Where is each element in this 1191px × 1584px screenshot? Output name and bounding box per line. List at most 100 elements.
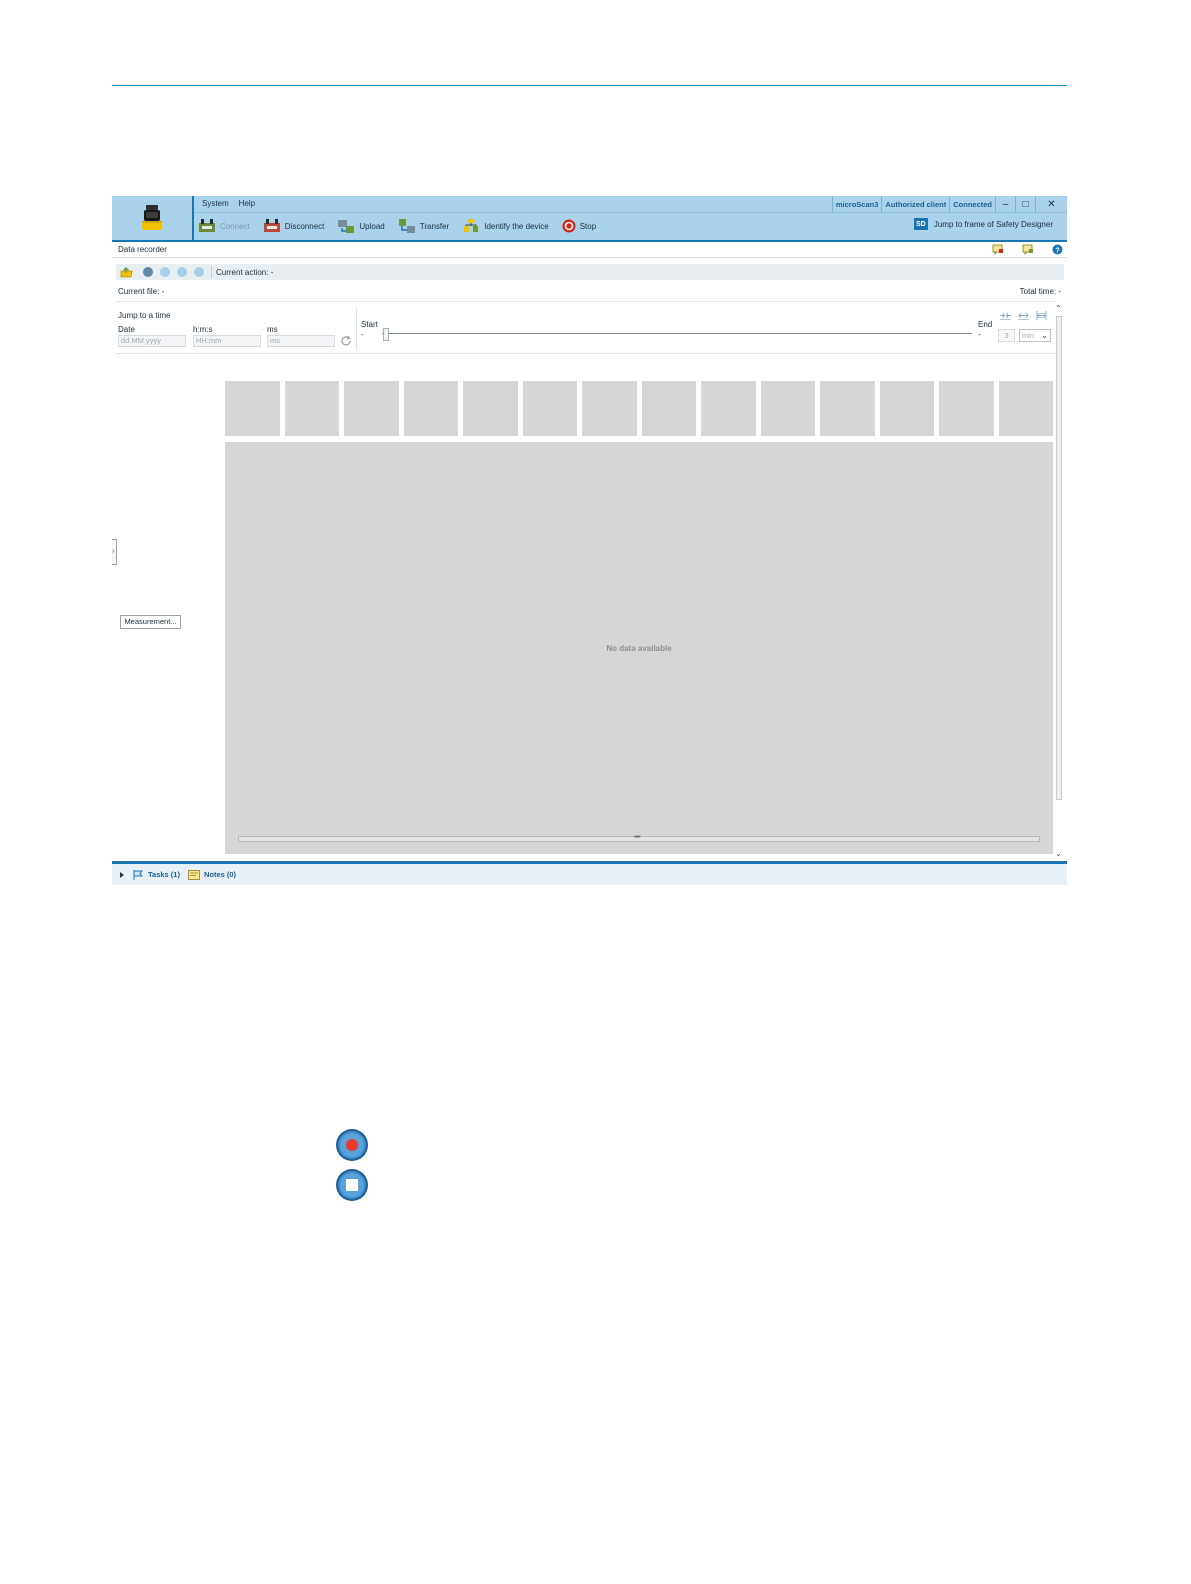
device-name-status: microScan3 bbox=[831, 196, 882, 212]
disconnect-icon bbox=[263, 219, 280, 232]
thumbnail[interactable] bbox=[403, 381, 458, 436]
data-recorder-title: Data recorder bbox=[118, 245, 167, 254]
tasks-tab[interactable]: Tasks (1) bbox=[133, 869, 180, 880]
menu-bar: System Help bbox=[202, 199, 255, 213]
timeline-slider-track[interactable] bbox=[382, 333, 972, 334]
scroll-grip-icon[interactable]: •••• bbox=[634, 834, 641, 841]
thumbnail[interactable] bbox=[939, 381, 994, 436]
stop-recording-icon[interactable] bbox=[194, 267, 204, 277]
record-icon[interactable] bbox=[143, 267, 153, 277]
toolbar-separator bbox=[211, 266, 212, 278]
recording-toolbar: Current action: - bbox=[116, 264, 1064, 280]
zoom-unit-select[interactable]: min ⌄ bbox=[1019, 329, 1051, 342]
identify-device-button[interactable]: Identify the device bbox=[462, 218, 549, 234]
horizontal-scrollbar[interactable]: •••• bbox=[238, 834, 1040, 842]
thumbnail[interactable] bbox=[344, 381, 399, 436]
help-icon[interactable]: ? bbox=[1052, 244, 1063, 255]
open-folder-icon[interactable] bbox=[120, 266, 133, 278]
scrollbar-thumb[interactable] bbox=[1056, 316, 1062, 800]
thumbnail[interactable] bbox=[701, 381, 756, 436]
upload-label: Upload bbox=[359, 221, 385, 231]
ms-input[interactable]: ms bbox=[267, 335, 335, 347]
thumbnail[interactable] bbox=[582, 381, 637, 436]
dotted-divider bbox=[116, 301, 1056, 302]
data-recorder-header: Data recorder ? bbox=[112, 242, 1067, 258]
transfer-label: Transfer bbox=[419, 221, 450, 231]
jump-divider bbox=[356, 308, 357, 350]
current-file-text: Current file: - bbox=[118, 287, 165, 296]
timeline-start-label: Start bbox=[361, 320, 378, 329]
thumbnail[interactable] bbox=[820, 381, 875, 436]
file-info-row: Current file: - Total time: - bbox=[112, 284, 1067, 300]
thumbnail-strip bbox=[225, 381, 1053, 437]
expand-icon[interactable] bbox=[118, 871, 126, 879]
menu-divider bbox=[194, 212, 1067, 213]
bottom-bar: Tasks (1) Notes (0) bbox=[112, 864, 1067, 885]
jump-to-frame-button[interactable]: SD Jump to frame of Safety Designer bbox=[913, 218, 1053, 230]
connection-status: Connected bbox=[949, 196, 995, 212]
zoom-fit-icon[interactable] bbox=[1036, 311, 1047, 320]
note-add-icon[interactable] bbox=[992, 244, 1004, 255]
tasks-label: Tasks (1) bbox=[148, 870, 180, 879]
scanner-icon bbox=[142, 205, 162, 230]
timeline-end-value: - bbox=[978, 330, 981, 339]
notes-tab[interactable]: Notes (0) bbox=[188, 869, 236, 880]
record-button-icon bbox=[336, 1129, 368, 1161]
thumbnail[interactable] bbox=[463, 381, 518, 436]
scroll-up-icon[interactable]: ⌃ bbox=[1055, 304, 1062, 313]
scroll-down-icon[interactable]: ⌄ bbox=[1055, 849, 1062, 858]
close-icon: ✕ bbox=[1047, 198, 1056, 210]
upload-button[interactable]: Upload bbox=[337, 218, 385, 234]
zoom-unit-value: min bbox=[1022, 331, 1035, 340]
note-edit-icon[interactable] bbox=[1022, 244, 1034, 255]
play-icon[interactable] bbox=[160, 267, 170, 277]
maximize-button[interactable]: □ bbox=[1015, 196, 1035, 212]
ms-label: ms bbox=[267, 325, 278, 334]
thumbnail[interactable] bbox=[641, 381, 696, 436]
jump-to-frame-label: Jump to frame of Safety Designer bbox=[933, 219, 1053, 229]
status-area: microScan3 Authorized client Connected –… bbox=[831, 196, 1067, 212]
thumbnail[interactable] bbox=[225, 381, 280, 436]
thumbnail[interactable] bbox=[760, 381, 815, 436]
disconnect-label: Disconnect bbox=[284, 221, 325, 231]
pause-icon[interactable] bbox=[177, 267, 187, 277]
date-input[interactable]: dd.MM.yyyy bbox=[118, 335, 186, 347]
stop-label: Stop bbox=[579, 221, 597, 231]
thumbnail[interactable] bbox=[522, 381, 577, 436]
measurement-button[interactable]: Measurement... bbox=[120, 615, 181, 629]
stop-button-icon bbox=[336, 1169, 368, 1201]
zoom-value-input[interactable]: 3 bbox=[998, 329, 1015, 342]
connect-button[interactable]: Connect bbox=[198, 218, 250, 234]
thumbnail[interactable] bbox=[879, 381, 934, 436]
zoom-in-icon[interactable] bbox=[1000, 311, 1011, 320]
timeline-slider-thumb[interactable] bbox=[383, 328, 389, 341]
jump-to-time-title: Jump to a time bbox=[118, 311, 171, 320]
svg-text:?: ? bbox=[1055, 245, 1060, 254]
device-logo bbox=[112, 196, 192, 240]
disconnect-button[interactable]: Disconnect bbox=[263, 218, 325, 234]
menu-system[interactable]: System bbox=[202, 199, 229, 213]
side-panel-toggle[interactable]: › bbox=[112, 539, 117, 565]
minimize-button[interactable]: – bbox=[995, 196, 1015, 212]
vertical-scrollbar[interactable]: ⌃ ⌄ bbox=[1054, 304, 1064, 860]
identify-device-label: Identify the device bbox=[484, 221, 549, 231]
stop-button[interactable]: Stop bbox=[562, 219, 596, 233]
page-header-rule bbox=[112, 85, 1067, 86]
transfer-button[interactable]: Transfer bbox=[398, 218, 450, 234]
close-button[interactable]: ✕ bbox=[1035, 196, 1067, 212]
total-time-text: Total time: - bbox=[1019, 287, 1061, 296]
date-label: Date bbox=[118, 325, 135, 334]
connect-label: Connect bbox=[220, 221, 250, 231]
timeline-end-label: End bbox=[978, 320, 993, 329]
hms-input[interactable]: HH:mm bbox=[193, 335, 261, 347]
header-tools: ? bbox=[992, 244, 1063, 255]
menu-help[interactable]: Help bbox=[239, 199, 255, 213]
notes-icon bbox=[188, 869, 200, 880]
thumbnail[interactable] bbox=[284, 381, 339, 436]
thumbnail[interactable] bbox=[998, 381, 1053, 436]
logo-divider bbox=[192, 196, 194, 240]
refresh-icon[interactable] bbox=[340, 335, 352, 347]
chevron-down-icon: ⌄ bbox=[1041, 331, 1048, 340]
zoom-out-icon[interactable] bbox=[1018, 311, 1029, 320]
safety-designer-icon: SD bbox=[913, 218, 928, 230]
